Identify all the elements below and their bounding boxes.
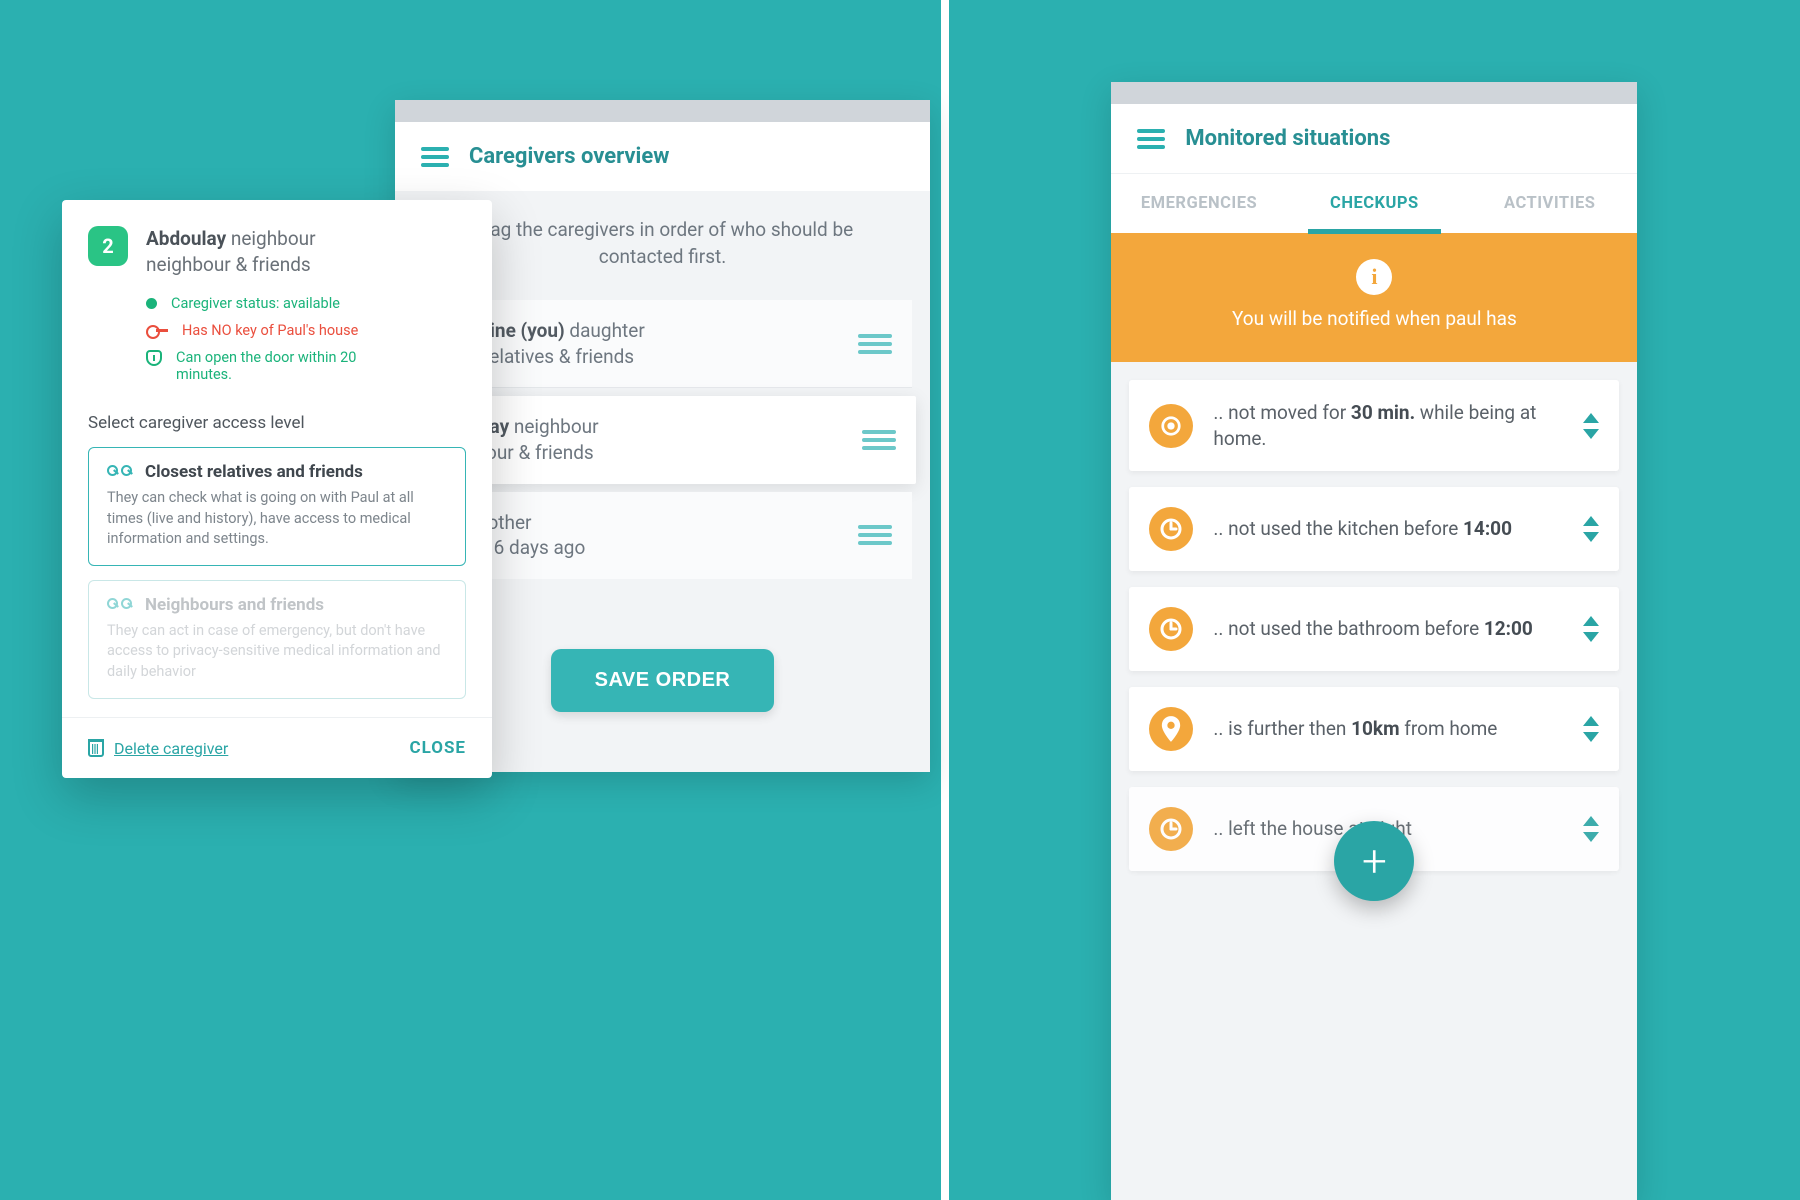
reorder-arrows[interactable] [1583, 516, 1599, 542]
clock-icon [1149, 607, 1193, 651]
caregiver-detail-popover: 2 Abdoulay neighbour neighbour & friends… [62, 200, 492, 778]
key-icon [146, 325, 168, 337]
appbar: Caregivers overview [395, 122, 930, 191]
situation-row[interactable]: .. not moved for 30 min. while being at … [1129, 380, 1619, 471]
reorder-arrows[interactable] [1583, 616, 1599, 642]
situation-list: .. not moved for 30 min. while being at … [1111, 362, 1637, 947]
situation-text: .. not used the bathroom before 12:00 [1213, 616, 1563, 642]
caregiver-name: Abdoulay neighbour neighbour & friends [146, 226, 316, 277]
notice-text: You will be notified when paul has [1141, 307, 1607, 330]
statusbar [395, 100, 930, 122]
status-no-key: Has NO key of Paul's house [146, 322, 466, 339]
notice-banner: i You will be notified when paul has [1111, 233, 1637, 362]
phone-monitored: Monitored situations EMERGENCIES CHECKUP… [1111, 82, 1637, 1200]
access-option-title: Closest relatives and friends [145, 462, 363, 482]
tab-checkups[interactable]: CHECKUPS [1287, 174, 1462, 233]
location-pin-icon [1149, 707, 1193, 751]
clock-icon [1149, 807, 1193, 851]
situation-row[interactable]: .. not used the bathroom before 12:00 [1129, 587, 1619, 671]
clock-icon [1149, 507, 1193, 551]
status-available: Caregiver status: available [146, 295, 466, 312]
reorder-arrows[interactable] [1583, 816, 1599, 842]
situation-text: .. not used the kitchen before 14:00 [1213, 516, 1563, 542]
panel-monitored: Monitored situations EMERGENCIES CHECKUP… [949, 0, 1800, 1200]
access-option-neighbours[interactable]: Neighbours and friends They can act in c… [88, 580, 466, 699]
add-situation-fab[interactable]: + [1334, 821, 1414, 901]
page-title: Caregivers overview [469, 144, 669, 169]
delete-caregiver-link[interactable]: Delete caregiver [88, 739, 228, 758]
vertical-divider [941, 0, 949, 1200]
tab-emergencies[interactable]: EMERGENCIES [1111, 174, 1286, 233]
trash-icon [88, 739, 104, 757]
reorder-arrows[interactable] [1583, 716, 1599, 742]
page-title: Monitored situations [1185, 126, 1390, 151]
keys-icon [107, 465, 135, 479]
situation-text: .. not moved for 30 min. while being at … [1213, 400, 1563, 451]
stopwatch-icon [146, 350, 162, 366]
info-icon: i [1356, 259, 1392, 295]
drag-handle-icon[interactable] [858, 525, 892, 545]
eye-icon [1149, 404, 1193, 448]
statusbar [1111, 82, 1637, 104]
drag-handle-icon[interactable] [862, 430, 896, 450]
panel-caregivers: Caregivers overview Drag the caregivers … [0, 0, 941, 1200]
access-option-desc: They can check what is going on with Pau… [107, 488, 447, 549]
situation-row[interactable]: .. is further then 10km from home [1129, 687, 1619, 771]
dot-icon [146, 298, 157, 309]
access-option-close-relatives[interactable]: Closest relatives and friends They can c… [88, 447, 466, 566]
close-button[interactable]: CLOSE [409, 738, 466, 758]
save-order-button[interactable]: SAVE ORDER [551, 649, 775, 712]
access-option-desc: They can act in case of emergency, but d… [107, 621, 447, 682]
keys-icon [107, 598, 135, 612]
status-response-time: Can open the door within 20 minutes. [146, 349, 466, 383]
appbar: Monitored situations [1111, 104, 1637, 173]
tabs: EMERGENCIES CHECKUPS ACTIVITIES [1111, 173, 1637, 233]
reorder-arrows[interactable] [1583, 413, 1599, 439]
menu-icon[interactable] [421, 147, 449, 167]
situation-row[interactable]: .. not used the kitchen before 14:00 [1129, 487, 1619, 571]
situation-text: .. is further then 10km from home [1213, 716, 1563, 742]
access-level-label: Select caregiver access level [88, 413, 466, 433]
tab-activities[interactable]: ACTIVITIES [1462, 174, 1637, 233]
menu-icon[interactable] [1137, 129, 1165, 149]
rank-badge: 2 [88, 226, 128, 266]
drag-handle-icon[interactable] [858, 334, 892, 354]
access-option-title: Neighbours and friends [145, 595, 324, 615]
